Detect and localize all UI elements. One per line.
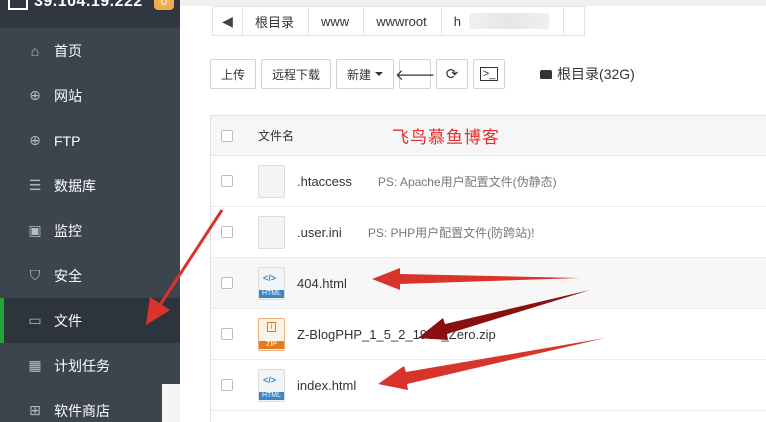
html-file-icon: </> HTML xyxy=(258,368,285,402)
back-arrow-icon: 🡐 xyxy=(394,66,436,84)
sidebar-item-files[interactable]: ▭ 文件 xyxy=(0,298,180,343)
breadcrumb-path-input[interactable] xyxy=(564,7,584,35)
sidebar: 39.104.19.222 0 ⌂ 首页 ⊕ 网站 ⊕ FTP ☰ 数据库 ▣ … xyxy=(0,0,180,422)
column-header-filename[interactable]: 文件名 xyxy=(258,127,294,144)
grid-icon: ⊞ xyxy=(29,402,41,418)
upload-button[interactable]: 上传 xyxy=(210,59,257,89)
sidebar-item-home[interactable]: ⌂ 首页 xyxy=(0,28,180,73)
sidebar-item-label: 监控 xyxy=(54,222,82,239)
table-header: 文件名 飞鸟慕鱼博客 xyxy=(211,116,766,156)
server-ip: 39.104.19.222 xyxy=(34,0,143,10)
sidebar-item-label: 计划任务 xyxy=(54,357,110,374)
row-checkbox[interactable] xyxy=(221,175,233,187)
file-icon xyxy=(258,215,285,249)
globe-icon: ⊕ xyxy=(29,87,41,103)
table-row[interactable]: i ZIP Z-BlogPHP_1_5_2_1935_Zero.zip xyxy=(211,309,766,360)
sidebar-item-monitor[interactable]: ▣ 监控 xyxy=(0,208,180,253)
file-name[interactable]: .user.ini xyxy=(297,225,342,240)
sidebar-item-website[interactable]: ⊕ 网站 xyxy=(0,73,180,118)
table-row[interactable]: </> HTML 404.html xyxy=(211,258,766,309)
sidebar-nav: ⌂ 首页 ⊕ 网站 ⊕ FTP ☰ 数据库 ▣ 监控 ⛉ 安全 ▭ 文件 ▦ 计… xyxy=(0,28,180,422)
new-dropdown-button[interactable]: 新建 xyxy=(336,59,395,89)
sidebar-item-app-store[interactable]: ⊞ 软件商店 xyxy=(0,388,180,422)
file-name[interactable]: .htaccess xyxy=(297,174,352,189)
sidebar-item-ftp[interactable]: ⊕ FTP xyxy=(0,118,180,163)
breadcrumb-item-www[interactable]: www xyxy=(309,7,365,35)
caret-down-icon xyxy=(375,72,384,76)
terminal-button[interactable]: >_ xyxy=(473,59,506,89)
breadcrumb-item-root[interactable]: 根目录 xyxy=(243,7,310,35)
back-arrow-button[interactable]: 🡐 xyxy=(395,59,435,89)
hard-drive-icon xyxy=(540,69,553,79)
folder-icon: ▭ xyxy=(28,312,42,328)
sidebar-item-label: 首页 xyxy=(54,42,82,59)
file-description: PS: PHP用户配置文件(防跨站)! xyxy=(367,225,535,240)
sidebar-item-label: FTP xyxy=(54,132,81,149)
watermark-text: 飞鸟慕鱼博客 xyxy=(392,128,501,148)
zip-file-icon: i ZIP xyxy=(258,317,285,351)
file-name[interactable]: index.html xyxy=(297,378,356,393)
home-icon: ⌂ xyxy=(30,42,40,59)
sidebar-item-label: 安全 xyxy=(54,267,82,284)
table-row[interactable]: .htaccess PS: Apache用户配置文件(伪静态) xyxy=(211,156,766,207)
sidebar-item-label: 文件 xyxy=(54,312,82,329)
html-file-icon: </> HTML xyxy=(258,266,285,300)
sidebar-corner xyxy=(162,384,180,422)
file-table: 文件名 飞鸟慕鱼博客 .htaccess PS: Apache用户配置文件(伪静… xyxy=(210,115,766,422)
select-all-checkbox[interactable] xyxy=(221,129,233,142)
file-icon xyxy=(258,164,285,198)
table-row[interactable]: .user.ini PS: PHP用户配置文件(防跨站)! xyxy=(211,207,766,258)
server-header: 39.104.19.222 0 xyxy=(0,0,180,28)
file-toolbar: 上传 远程下载 新建 🡐 ⟳ >_ 根目录(32G) xyxy=(210,58,635,90)
terminal-icon: >_ xyxy=(479,67,499,81)
refresh-button[interactable]: ⟳ xyxy=(436,59,469,89)
sidebar-item-security[interactable]: ⛉ 安全 xyxy=(0,253,180,298)
sidebar-item-cron[interactable]: ▦ 计划任务 xyxy=(0,343,180,388)
disk-label: 根目录(32G) xyxy=(557,66,635,82)
file-name[interactable]: Z-BlogPHP_1_5_2_1935_Zero.zip xyxy=(297,327,496,342)
notification-badge[interactable]: 0 xyxy=(154,0,174,10)
breadcrumb-current-label: h xyxy=(453,13,461,29)
file-description: PS: Apache用户配置文件(伪静态) xyxy=(377,174,557,189)
redacted-path xyxy=(469,13,549,29)
sidebar-item-database[interactable]: ☰ 数据库 xyxy=(0,163,180,208)
monitor-chart-icon: ▣ xyxy=(28,222,42,238)
row-checkbox[interactable] xyxy=(221,379,233,391)
breadcrumb-item-current[interactable]: h xyxy=(442,7,564,35)
ftp-globe-icon: ⊕ xyxy=(29,132,41,148)
table-row[interactable]: </> HTML index.html xyxy=(211,360,766,411)
sidebar-item-label: 数据库 xyxy=(54,177,96,194)
shield-icon: ⛉ xyxy=(29,267,41,283)
calendar-icon: ▦ xyxy=(28,357,42,373)
refresh-icon: ⟳ xyxy=(445,66,459,83)
remote-download-button[interactable]: 远程下载 xyxy=(261,59,332,89)
file-manager-screen: 39.104.19.222 0 ⌂ 首页 ⊕ 网站 ⊕ FTP ☰ 数据库 ▣ … xyxy=(0,0,766,422)
new-button-label: 新建 xyxy=(347,67,372,82)
disk-info[interactable]: 根目录(32G) xyxy=(540,64,635,84)
database-icon: ☰ xyxy=(28,177,42,193)
file-name[interactable]: 404.html xyxy=(297,276,347,291)
row-checkbox[interactable] xyxy=(221,226,233,238)
row-checkbox[interactable] xyxy=(221,277,233,289)
breadcrumb-back-button[interactable]: ◀ xyxy=(213,7,243,35)
monitor-icon xyxy=(8,0,28,10)
row-checkbox[interactable] xyxy=(221,328,233,340)
sidebar-item-label: 网站 xyxy=(54,87,82,104)
sidebar-item-label: 软件商店 xyxy=(54,402,110,419)
breadcrumb: ◀ 根目录 www wwwroot h xyxy=(212,6,585,36)
breadcrumb-item-wwwroot[interactable]: wwwroot xyxy=(364,7,442,35)
